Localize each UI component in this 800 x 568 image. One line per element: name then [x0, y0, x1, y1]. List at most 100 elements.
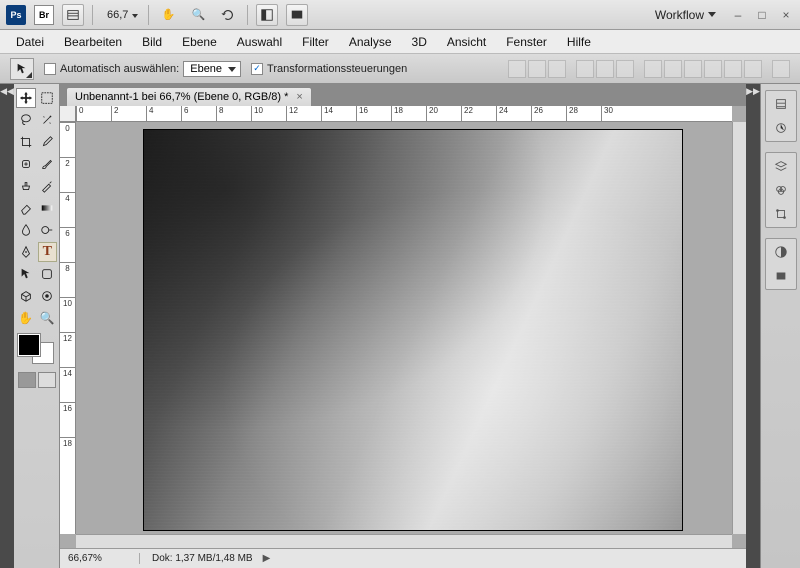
align-right-button[interactable]: [616, 60, 634, 78]
menu-ebene[interactable]: Ebene: [174, 32, 225, 52]
auto-select-group: Automatisch auswählen: Ebene: [44, 61, 241, 77]
menu-ansicht[interactable]: Ansicht: [439, 32, 494, 52]
arrange-documents-button[interactable]: [256, 4, 278, 26]
miniview-button[interactable]: [62, 4, 84, 26]
separator: [92, 5, 93, 25]
distribute-hcenter-button[interactable]: [724, 60, 742, 78]
canvas[interactable]: [144, 130, 682, 530]
align-top-button[interactable]: [508, 60, 526, 78]
document-tab[interactable]: Unbenannt-1 bei 66,7% (Ebene 0, RGB/8) *…: [66, 87, 312, 106]
menu-3d[interactable]: 3D: [404, 32, 435, 52]
menu-auswahl[interactable]: Auswahl: [229, 32, 290, 52]
adjustments-panel-icon[interactable]: [771, 243, 791, 261]
auto-align-button[interactable]: [772, 60, 790, 78]
layers-panel-icon[interactable]: [771, 157, 791, 175]
zoom-tool-shortcut[interactable]: 🔍: [187, 4, 209, 26]
3d-camera-tool[interactable]: [38, 286, 58, 306]
distribute-bottom-button[interactable]: [684, 60, 702, 78]
panel-group-3[interactable]: [765, 238, 797, 290]
dodge-tool[interactable]: [38, 220, 58, 240]
status-menu-arrow-icon[interactable]: ▶: [263, 553, 271, 564]
menu-datei[interactable]: Datei: [8, 32, 52, 52]
blur-tool[interactable]: [16, 220, 36, 240]
zoom-tool[interactable]: 🔍: [38, 308, 58, 328]
transform-controls-group: ✓ Transformationssteuerungen: [251, 63, 407, 75]
left-collapse-bar[interactable]: ◀◀: [0, 84, 14, 568]
eraser-tool[interactable]: [16, 198, 36, 218]
bridge-icon[interactable]: Br: [34, 5, 54, 25]
pen-tool[interactable]: [16, 242, 36, 262]
auto-select-checkbox[interactable]: [44, 63, 56, 75]
panel-group-2[interactable]: [765, 152, 797, 228]
vertical-ruler[interactable]: 024681012141618: [60, 122, 76, 534]
maximize-button[interactable]: □: [754, 7, 770, 23]
menu-filter[interactable]: Filter: [294, 32, 337, 52]
eyedropper-tool[interactable]: [38, 132, 58, 152]
horizontal-ruler[interactable]: 024681012141618202224262830: [76, 106, 732, 122]
distribute-right-button[interactable]: [744, 60, 762, 78]
close-button[interactable]: ×: [778, 7, 794, 23]
horizontal-scrollbar[interactable]: [76, 534, 732, 548]
align-bottom-button[interactable]: [548, 60, 566, 78]
menu-hilfe[interactable]: Hilfe: [559, 32, 599, 52]
distribute-vcenter-button[interactable]: [664, 60, 682, 78]
menu-analyse[interactable]: Analyse: [341, 32, 400, 52]
crop-tool[interactable]: [16, 132, 36, 152]
minimize-button[interactable]: –: [730, 7, 746, 23]
channels-panel-icon[interactable]: [771, 181, 791, 199]
photoshop-icon[interactable]: Ps: [6, 5, 26, 25]
actions-panel-icon[interactable]: [771, 119, 791, 137]
standard-mode-button[interactable]: [18, 372, 36, 388]
foreground-color-swatch[interactable]: [18, 334, 40, 356]
screen-mode-button[interactable]: [286, 4, 308, 26]
align-hcenter-button[interactable]: [596, 60, 614, 78]
3d-tool[interactable]: [16, 286, 36, 306]
menu-bearbeiten[interactable]: Bearbeiten: [56, 32, 130, 52]
close-tab-icon[interactable]: ×: [296, 91, 302, 103]
styles-panel-icon[interactable]: [771, 267, 791, 285]
zoom-level-dropdown[interactable]: 66,7: [101, 7, 140, 23]
shape-tool[interactable]: [38, 264, 58, 284]
transform-controls-checkbox[interactable]: ✓: [251, 63, 263, 75]
move-tool[interactable]: [16, 88, 36, 108]
canvas-scroll-area[interactable]: [76, 122, 732, 534]
chevron-left-icon: ◀◀: [0, 86, 14, 97]
color-swatches[interactable]: [18, 334, 54, 364]
panel-group-1[interactable]: [765, 90, 797, 142]
current-tool-indicator[interactable]: [10, 58, 34, 80]
quickmask-mode-button[interactable]: [38, 372, 56, 388]
hand-tool-shortcut[interactable]: ✋: [157, 4, 179, 26]
menu-fenster[interactable]: Fenster: [498, 32, 555, 52]
history-brush-tool[interactable]: [38, 176, 58, 196]
distribute-top-button[interactable]: [644, 60, 662, 78]
document-tab-title: Unbenannt-1 bei 66,7% (Ebene 0, RGB/8) *: [75, 91, 288, 103]
paths-panel-icon[interactable]: [771, 205, 791, 223]
type-tool[interactable]: T: [38, 242, 58, 262]
application-bar: Ps Br 66,7 ✋ 🔍 Workflow – □ ×: [0, 0, 800, 30]
history-panel-icon[interactable]: [771, 95, 791, 113]
hand-tool[interactable]: ✋: [16, 308, 36, 328]
magic-wand-tool[interactable]: [38, 110, 58, 130]
status-bar: 66,67% Dok: 1,37 MB/1,48 MB ▶: [60, 548, 746, 568]
clone-stamp-tool[interactable]: [16, 176, 36, 196]
canvas-viewport: 024681012141618202224262830 024681012141…: [60, 106, 746, 548]
gradient-tool[interactable]: [38, 198, 58, 218]
status-document-size[interactable]: Dok: 1,37 MB/1,48 MB: [140, 553, 253, 564]
status-zoom[interactable]: 66,67%: [60, 553, 140, 564]
workspace: ◀◀ T: [0, 84, 800, 568]
lasso-tool[interactable]: [16, 110, 36, 130]
auto-select-dropdown[interactable]: Ebene: [183, 61, 241, 77]
align-left-button[interactable]: [576, 60, 594, 78]
align-vcenter-button[interactable]: [528, 60, 546, 78]
menu-bild[interactable]: Bild: [134, 32, 170, 52]
ruler-origin[interactable]: [60, 106, 76, 122]
brush-tool[interactable]: [38, 154, 58, 174]
workspace-switcher[interactable]: Workflow: [649, 8, 722, 22]
distribute-left-button[interactable]: [704, 60, 722, 78]
marquee-tool[interactable]: [38, 88, 58, 108]
path-selection-tool[interactable]: [16, 264, 36, 284]
vertical-scrollbar[interactable]: [732, 122, 746, 534]
healing-brush-tool[interactable]: [16, 154, 36, 174]
right-collapse-bar[interactable]: ▶▶: [746, 84, 760, 568]
rotate-tool-shortcut[interactable]: [217, 4, 239, 26]
